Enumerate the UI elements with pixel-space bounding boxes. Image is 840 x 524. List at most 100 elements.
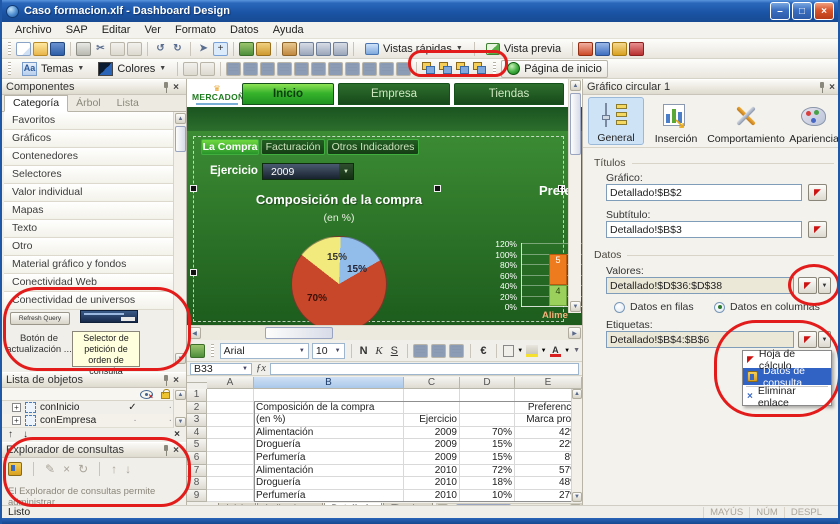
currency-icon[interactable]: € xyxy=(477,345,489,357)
componentes-scrollbar[interactable]: ▲ ▼ xyxy=(173,112,186,365)
category-item[interactable]: Favoritos xyxy=(4,112,173,130)
scroll-down-icon[interactable]: ▼ xyxy=(570,301,581,312)
object-row[interactable]: + conEmpresa · · xyxy=(2,414,186,427)
space-vertical-icon[interactable] xyxy=(345,62,360,76)
scroll-down-icon[interactable]: ▼ xyxy=(572,492,582,502)
refresh-button-thumbnail[interactable]: Refresh Query xyxy=(10,312,70,325)
prop-tab-insercion[interactable]: ↘ Inserción xyxy=(648,97,704,145)
align-center-icon[interactable] xyxy=(243,62,258,76)
cell-b[interactable]: Droguería xyxy=(254,439,404,452)
ungroup-icon[interactable] xyxy=(200,62,215,76)
select-cursor-icon[interactable]: ➤ xyxy=(196,42,211,56)
visibility-column-icon[interactable]: × xyxy=(140,387,153,401)
snapshot-icon[interactable] xyxy=(282,42,297,56)
align-right-icon[interactable] xyxy=(260,62,275,76)
move-down-icon[interactable]: ↓ xyxy=(23,429,28,440)
sheet-vscrollbar[interactable]: ▲ ▼ xyxy=(571,389,582,502)
copy-icon[interactable] xyxy=(110,42,125,56)
category-item[interactable]: Valor individual xyxy=(4,184,173,202)
cell-d[interactable]: 18% xyxy=(460,477,515,490)
add-query-icon[interactable] xyxy=(8,462,22,476)
componentes-header[interactable]: Componentes × xyxy=(2,79,186,95)
delete-object-icon[interactable]: × xyxy=(174,429,180,440)
col-header-c[interactable]: C xyxy=(404,377,460,389)
design-canvas[interactable]: ♛ MERCADOÑA Inicio Empresa Tiendas La Co… xyxy=(187,79,582,325)
scroll-right-icon[interactable]: ▶ xyxy=(568,327,581,339)
export-model-icon[interactable] xyxy=(256,42,271,56)
fit-canvas-icon[interactable] xyxy=(316,42,331,56)
sheet-grid[interactable]: ▲ ▼ 1 2 Composición de la compra xyxy=(187,389,582,502)
cell-b[interactable]: Perfumería xyxy=(254,452,404,465)
cell-b[interactable]: Composición de la compra xyxy=(254,402,404,415)
cell-a[interactable] xyxy=(207,414,254,427)
toolbar-grip[interactable] xyxy=(8,42,11,55)
font-color-icon[interactable]: A xyxy=(550,345,561,357)
cell-a[interactable] xyxy=(207,477,254,490)
subtitulo-input[interactable]: Detallado!$B$3 xyxy=(606,221,802,238)
cell-a[interactable] xyxy=(207,439,254,452)
row-header[interactable]: 7 xyxy=(187,465,207,478)
scroll-down-icon[interactable]: ▼ xyxy=(175,353,186,364)
canvas-hscrollbar[interactable]: ◀ ▶ xyxy=(187,325,582,340)
menu-item[interactable]: Editar xyxy=(95,23,138,37)
cell-selector-button[interactable]: ◤ xyxy=(808,184,827,201)
bring-front-icon[interactable] xyxy=(422,62,437,76)
paste-icon[interactable] xyxy=(127,42,142,56)
cell-c[interactable]: 2010 xyxy=(404,477,460,490)
align-left-icon[interactable] xyxy=(413,344,428,358)
export-ppt-icon[interactable] xyxy=(612,42,627,56)
refresh-query-icon[interactable]: ↻ xyxy=(78,462,88,476)
close-panel-icon[interactable]: × xyxy=(170,375,182,386)
scroll-left-icon[interactable]: ◀ xyxy=(188,327,201,339)
menu-item[interactable]: SAP xyxy=(59,23,95,37)
cell-d[interactable] xyxy=(460,414,515,427)
maximize-button[interactable]: □ xyxy=(792,2,812,20)
cell-b[interactable] xyxy=(254,389,404,402)
scroll-up-icon[interactable]: ▲ xyxy=(175,113,186,124)
select-all-corner[interactable] xyxy=(187,382,207,383)
align-bottom-icon[interactable] xyxy=(311,62,326,76)
close-panel-icon[interactable]: × xyxy=(170,82,182,93)
bring-forward-icon[interactable] xyxy=(439,62,454,76)
cell-d[interactable]: 72% xyxy=(460,465,515,478)
row-header[interactable]: 2 xyxy=(187,402,207,415)
cell-c[interactable]: 2010 xyxy=(404,465,460,478)
selector-dropdown-icon[interactable]: ▼ xyxy=(818,277,831,294)
dash-tab-empresa[interactable]: Empresa xyxy=(338,83,450,105)
move-up-icon[interactable]: ↑ xyxy=(8,429,13,440)
bold-icon[interactable]: N xyxy=(357,345,369,357)
same-width-icon[interactable] xyxy=(362,62,377,76)
scroll-thumb[interactable] xyxy=(570,93,581,155)
cell-a[interactable] xyxy=(207,490,254,502)
cell-b[interactable]: Alimentación xyxy=(254,465,404,478)
new-icon[interactable] xyxy=(16,42,31,56)
cell-selector-button[interactable]: ◤ xyxy=(798,277,817,294)
lock-column-icon[interactable] xyxy=(161,392,170,399)
align-top-icon[interactable] xyxy=(277,62,292,76)
pin-icon[interactable] xyxy=(162,82,170,93)
save-icon[interactable] xyxy=(50,42,65,56)
same-size-icon[interactable] xyxy=(396,62,411,76)
cell-a[interactable] xyxy=(207,427,254,440)
menu-item-datos-de-consulta[interactable]: Datos de consulta xyxy=(743,368,831,385)
export-pdf-icon[interactable] xyxy=(629,42,644,56)
align-center-icon[interactable] xyxy=(431,344,446,358)
object-row[interactable]: + conInicio ✓ · xyxy=(2,401,186,414)
tab-arbol[interactable]: Árbol xyxy=(68,96,109,111)
name-box[interactable]: B33 ▼ xyxy=(190,363,252,375)
scroll-down-icon[interactable]: ▼ xyxy=(175,417,186,427)
excel-export-icon[interactable] xyxy=(190,344,205,358)
colores-button[interactable]: Colores ▼ xyxy=(92,60,172,78)
row-header[interactable]: 9 xyxy=(187,490,207,502)
menu-item[interactable]: Datos xyxy=(223,23,266,37)
pin-icon[interactable] xyxy=(162,375,170,386)
pin-icon[interactable] xyxy=(818,82,826,93)
scroll-thumb[interactable] xyxy=(265,327,333,339)
cell-b[interactable]: Droguería xyxy=(254,477,404,490)
expand-icon[interactable]: + xyxy=(12,403,21,412)
pin-icon[interactable] xyxy=(162,445,170,456)
menu-item[interactable]: Archivo xyxy=(8,23,59,37)
selection-handle[interactable] xyxy=(434,185,441,192)
row-header[interactable]: 3 xyxy=(187,414,207,427)
group-icon[interactable] xyxy=(183,62,198,76)
